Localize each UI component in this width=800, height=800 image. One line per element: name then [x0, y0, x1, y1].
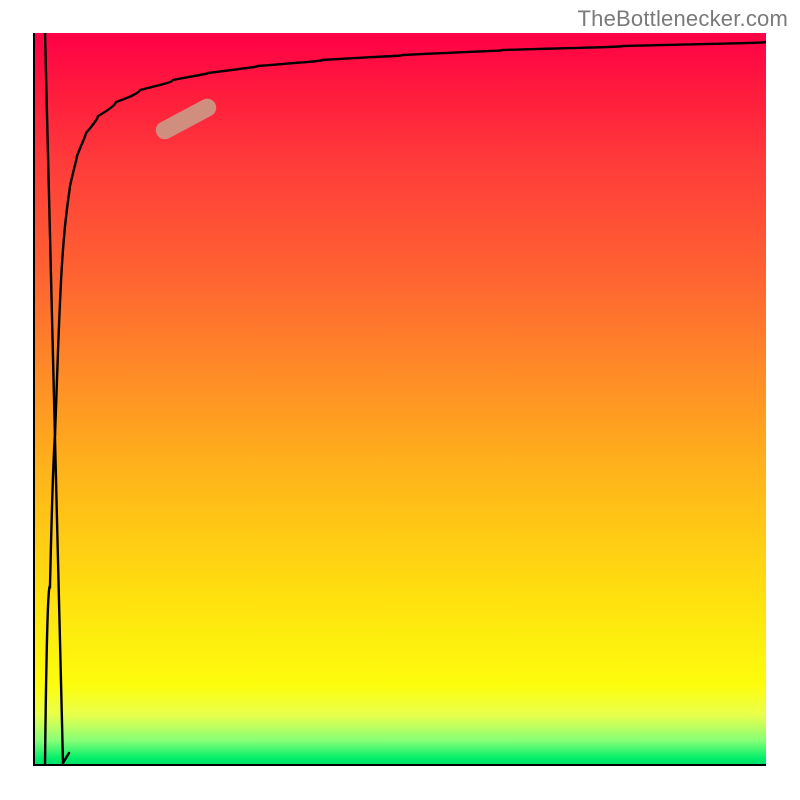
curve-layer: [33, 33, 766, 766]
x-axis: [33, 764, 766, 766]
chart-canvas: TheBottlenecker.com: [0, 0, 800, 800]
credit-label: TheBottlenecker.com: [578, 6, 788, 32]
y-axis: [33, 33, 35, 766]
bottleneck-curve: [45, 42, 766, 766]
